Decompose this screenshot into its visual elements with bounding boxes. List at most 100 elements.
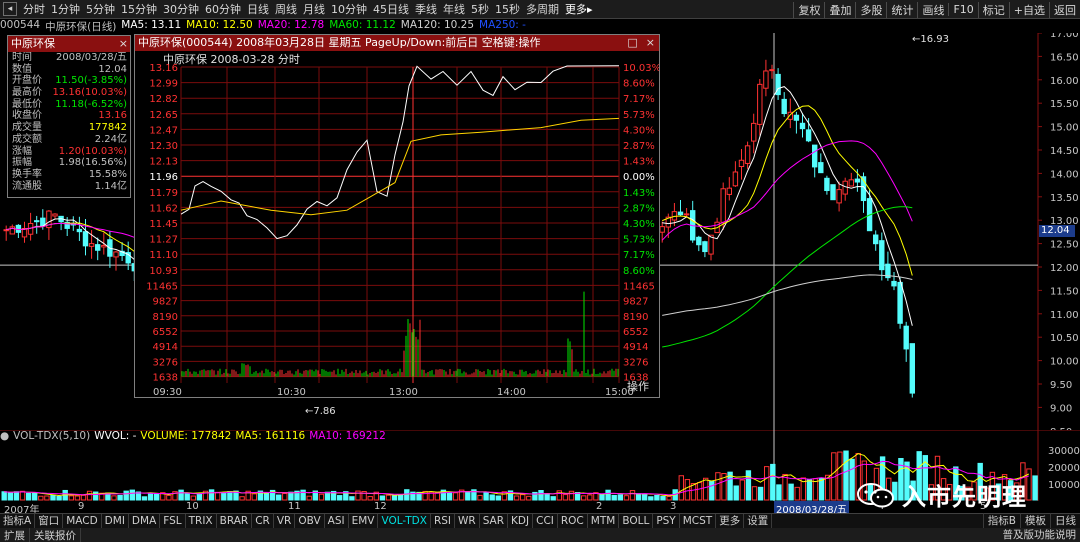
info-label: 时间 (12, 52, 32, 63)
tool-button-7[interactable]: +自选 (1008, 1, 1049, 18)
indicator-tab[interactable]: OBV (295, 514, 325, 528)
period-tab-11[interactable]: 季线 (412, 1, 440, 17)
period-tab-7[interactable]: 周线 (272, 1, 300, 17)
indicator-tab[interactable]: PSY (653, 514, 680, 528)
info-value: 12.04 (98, 63, 127, 75)
info-value: 13.16(10.03%) (52, 87, 127, 99)
tool-button-3[interactable]: 统计 (886, 1, 917, 18)
indicator-tab[interactable]: CR (252, 514, 274, 528)
indicator-tab[interactable]: 更多 (716, 514, 745, 528)
indicator-tab[interactable]: 窗口 (35, 514, 64, 528)
intraday-chart[interactable]: 13.16 10.03%12.99 8.60%12.82 7.17%12.65 5.73… (135, 51, 659, 397)
info-panel-title-text: 中原环保 (11, 37, 55, 50)
info-panel-title[interactable]: 中原环保 × (8, 36, 130, 52)
intraday-price-label: 11.27 (149, 235, 178, 246)
period-tab-6[interactable]: 日线 (244, 1, 272, 17)
tool-button-2[interactable]: 多股 (855, 1, 886, 18)
intraday-price-label: 12.13 (149, 157, 178, 168)
candle (702, 240, 708, 258)
tool-button-1[interactable]: 叠加 (824, 1, 855, 18)
indicator-tab[interactable]: ASI (325, 514, 349, 528)
period-tab-15[interactable]: 多周期 (523, 1, 562, 17)
intraday-pct-label: 4.30% (623, 219, 655, 230)
indicator-tab[interactable]: MACD (63, 514, 102, 528)
intraday-price-label: 10.93 (149, 266, 178, 277)
indicator-tab-right[interactable]: 模板 (1020, 513, 1050, 528)
period-tab-8[interactable]: 月线 (300, 1, 328, 17)
volume-bar (654, 494, 660, 501)
volume-bar (611, 494, 617, 501)
volume-bar (337, 495, 343, 501)
candle (818, 153, 824, 174)
indicator-tab[interactable]: ROC (558, 514, 588, 528)
candle (744, 141, 751, 169)
volume-value: VOLUME: 177842 (140, 430, 232, 442)
indicator-tab[interactable]: 指标A (0, 514, 36, 528)
period-tab-9[interactable]: 10分钟 (328, 1, 370, 17)
indicator-tab[interactable]: DMI (102, 514, 129, 528)
period-tab-3[interactable]: 15分钟 (118, 1, 160, 17)
intraday-price-line (180, 65, 620, 240)
tool-button-8[interactable]: 返回 (1049, 1, 1080, 18)
period-tab-16[interactable]: 更多▸ (562, 1, 596, 17)
popup-title-bar[interactable]: 中原环保(000544) 2008年03月28日 星期五 PageUp/Down… (135, 35, 659, 51)
date-label: 12 (374, 501, 387, 512)
close-icon[interactable]: × (119, 36, 128, 52)
indicator-tab[interactable]: FSL (160, 514, 186, 528)
intraday-price-label: 12.30 (149, 141, 178, 152)
candle (891, 271, 897, 291)
indicator-tab[interactable]: BOLL (619, 514, 654, 528)
help-link[interactable]: 普及版功能说明 (1003, 528, 1077, 542)
period-tab-4[interactable]: 30分钟 (160, 1, 202, 17)
tool-button-6[interactable]: 标记 (977, 1, 1009, 18)
stock-name: 中原环保(日线) (45, 21, 117, 33)
indicator-tab[interactable]: MTM (588, 514, 620, 528)
period-tab-1[interactable]: 1分钟 (48, 1, 83, 17)
close-icon[interactable]: × (646, 35, 655, 51)
period-tab-5[interactable]: 60分钟 (202, 1, 244, 17)
indicator-tab[interactable]: TRIX (186, 514, 217, 528)
indicator-tab[interactable]: BRAR (217, 514, 253, 528)
indicator-tab-right[interactable]: 日线 (1050, 513, 1080, 528)
intraday-pct-label: 8.60% (623, 79, 655, 90)
info-row: 最低价 11.18(-6.52%) (8, 99, 130, 111)
ma120-line (662, 274, 913, 316)
indicator-tab[interactable]: VR (274, 514, 296, 528)
period-tab-0[interactable]: 分时 (20, 1, 48, 17)
indicator-tab[interactable]: MCST (680, 514, 717, 528)
period-tab-14[interactable]: 15秒 (492, 1, 523, 17)
period-tab-2[interactable]: 5分钟 (83, 1, 118, 17)
indicator-tab[interactable]: CCI (533, 514, 558, 528)
volume-bar (465, 490, 471, 501)
status-button[interactable]: 扩展 (0, 527, 30, 542)
tool-button-5[interactable]: F10 (948, 3, 977, 16)
tool-button-4[interactable]: 画线 (917, 1, 948, 18)
price-label: 15.00 (1050, 123, 1079, 134)
indicator-tab[interactable]: RSI (431, 514, 455, 528)
indicator-tab-right[interactable]: 指标B (982, 513, 1020, 528)
back-icon[interactable]: ◂ (3, 2, 17, 16)
info-label: 开盘价 (12, 75, 42, 87)
indicator-tab[interactable]: WR (455, 514, 480, 528)
indicator-tab[interactable]: 设置 (744, 514, 773, 528)
volume-bar (770, 463, 776, 501)
period-tab-10[interactable]: 45日线 (370, 1, 412, 17)
period-tab-12[interactable]: 年线 (440, 1, 468, 17)
restore-icon[interactable]: □ (627, 35, 637, 51)
indicator-tab[interactable]: SAR (480, 514, 509, 528)
tool-button-0[interactable]: 复权 (793, 1, 824, 18)
indicator-tab[interactable]: KDJ (508, 514, 534, 528)
intraday-price-label: 11.45 (149, 219, 178, 230)
indicator-tab[interactable]: VOL-TDX (378, 514, 431, 528)
status-button[interactable]: 关联报价 (30, 527, 81, 542)
volume-bar (642, 493, 648, 501)
operate-button[interactable]: 操作 (627, 378, 649, 394)
ma60-value: MA60: 11.12 (329, 19, 396, 31)
volume-bar (709, 480, 715, 501)
indicator-tab[interactable]: DMA (129, 514, 161, 528)
candle (763, 59, 769, 97)
ma5-line (662, 86, 913, 326)
period-tab-13[interactable]: 5秒 (468, 1, 492, 17)
info-value: 13.16 (98, 110, 127, 122)
indicator-tab[interactable]: EMV (349, 514, 379, 528)
